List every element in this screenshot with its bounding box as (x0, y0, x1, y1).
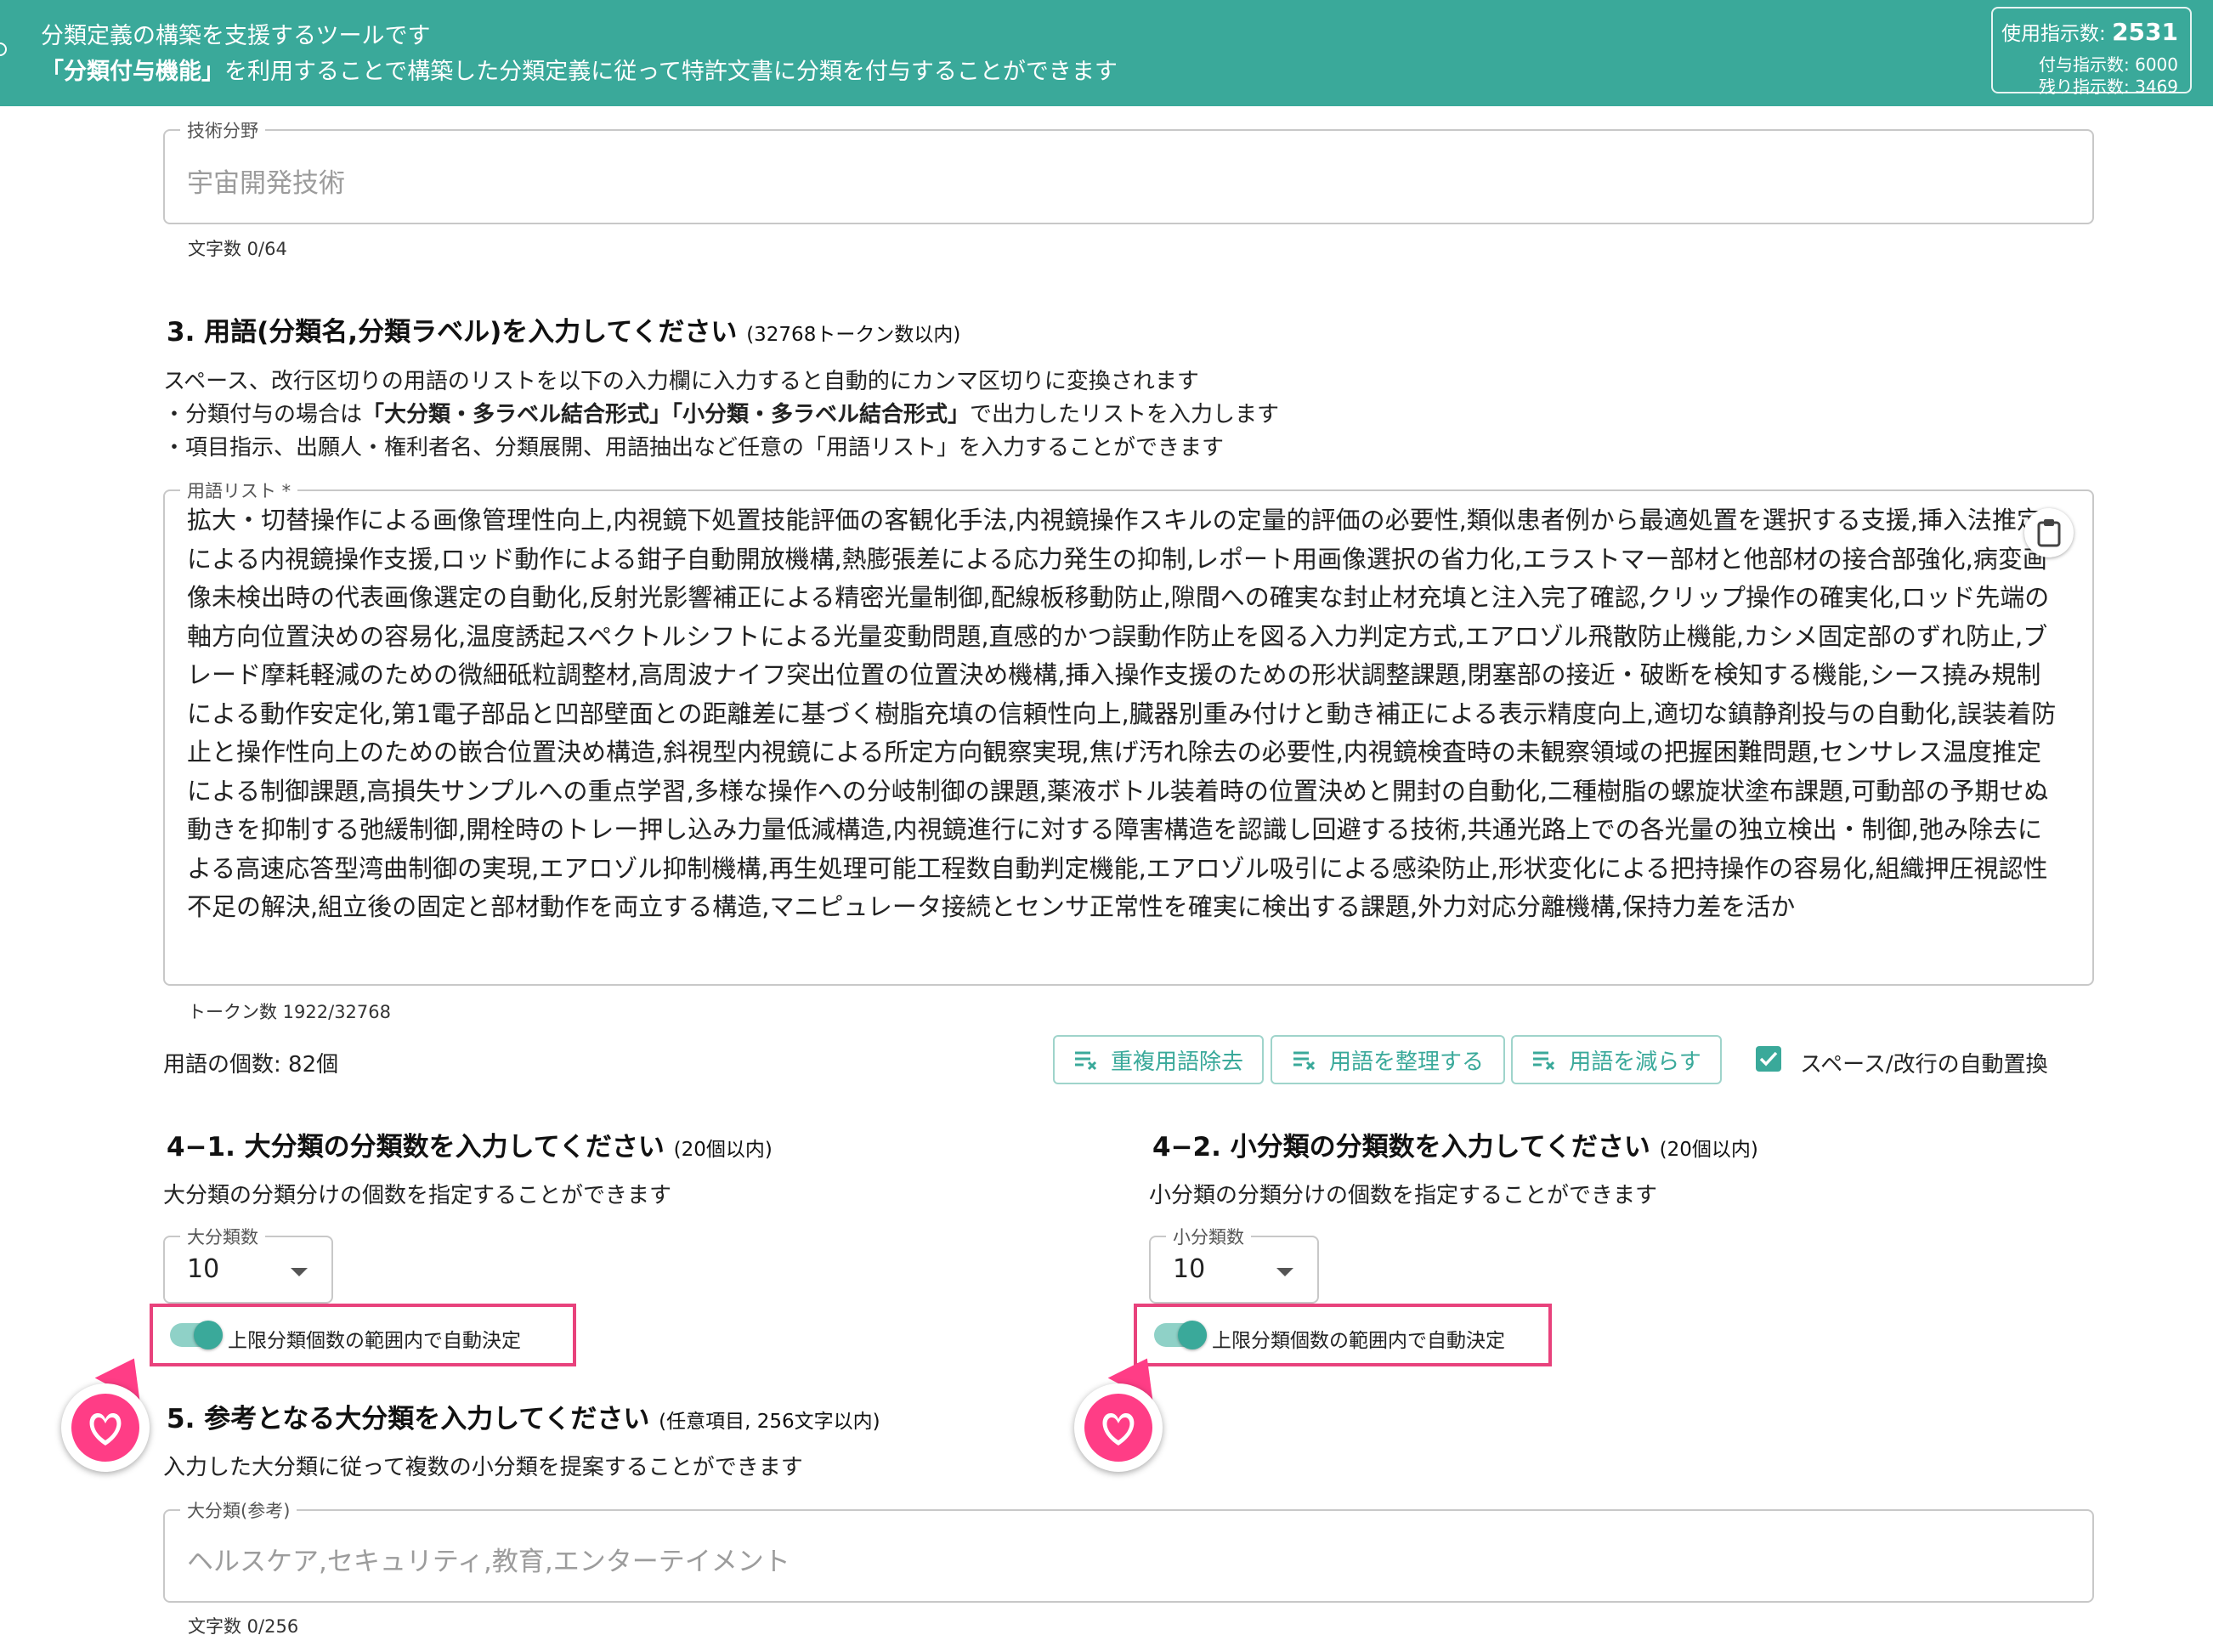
remaining-count: 残り指示数: 3469 (2039, 76, 2178, 97)
header-feature-text: を利用することで構築した分類定義に従って特許文書に分類を付与することができます (224, 59, 1118, 85)
heart-icon (1084, 1394, 1152, 1462)
heart-badge[interactable] (61, 1383, 150, 1472)
heart-icon (71, 1394, 139, 1462)
token-count: トークン数 1922/32768 (188, 1002, 391, 1022)
section4-2-desc: 小分類の分類分けの個数を指定することができます (1149, 1183, 1658, 1208)
major-auto-toggle-label: 上限分類個数の範囲内で自動決定 (228, 1330, 521, 1352)
auto-replace-checkbox[interactable] (1756, 1046, 1781, 1072)
reference-major-label: 大分類(参考) (180, 1497, 297, 1523)
auto-replace-label: スペース/改行の自動置換 (1800, 1052, 2048, 1078)
section3-desc2-format1: 「大分類・多ラベル結合形式」 (362, 402, 672, 427)
tech-field-char-count: 文字数 0/64 (188, 239, 287, 259)
header-description-line2: 「分類付与機能」を利用することで構築した分類定義に従って特許文書に分類を付与する… (41, 53, 1118, 86)
clear-list-icon (1293, 1051, 1316, 1071)
minor-auto-toggle-label: 上限分類個数の範囲内で自動決定 (1212, 1330, 1505, 1352)
section3-desc2-post: で出力したリストを入力します (970, 402, 1280, 427)
term-count: 用語の個数: 82個 (163, 1052, 339, 1078)
section3-desc2: ・分類付与の場合は「大分類・多ラベル結合形式」「小分類・多ラベル結合形式」で出力… (163, 397, 1279, 428)
section3-heading-limit: (32768トークン数以内) (746, 324, 961, 346)
clipboard-button[interactable] (2024, 508, 2074, 557)
tech-field-label: 技術分野 (180, 117, 265, 143)
tech-field-placeholder: 宇宙開発技術 (187, 168, 345, 199)
minor-count-value: 10 (1173, 1254, 1206, 1284)
usage-count-value: 2531 (2112, 18, 2178, 46)
heart-badge[interactable] (1074, 1383, 1163, 1472)
section4-1-heading: 4−1. 大分類の分類数を入力してください (20個以内) (167, 1125, 773, 1163)
usage-count: 使用指示数: 2531 (2001, 17, 2178, 46)
minor-count-label: 小分類数 (1166, 1224, 1251, 1249)
header-description-line1: 分類定義の構築を支援するツールです (41, 23, 431, 49)
section5-desc: 入力した大分類に従って複数の小分類を提案することができます (163, 1455, 803, 1480)
section4-1-heading-text: 4−1. 大分類の分類数を入力してください (167, 1132, 665, 1163)
reference-major-placeholder: ヘルスケア,セキュリティ,教育,エンターテイメント (187, 1547, 790, 1577)
section3-desc2-pre: ・分類付与の場合は (163, 402, 363, 427)
section4-2-heading-text: 4−2. 小分類の分類数を入力してください (1152, 1132, 1650, 1163)
menu-circle-icon[interactable] (0, 42, 7, 56)
section4-2-heading-limit: (20個以内) (1659, 1139, 1758, 1161)
dropdown-caret-icon (291, 1268, 308, 1276)
reference-major-char-count: 文字数 0/256 (188, 1616, 299, 1637)
major-auto-toggle-highlight: 上限分類個数の範囲内で自動決定 (150, 1304, 576, 1366)
remove-duplicates-button[interactable]: 重複用語除去 (1053, 1035, 1264, 1084)
organize-terms-button[interactable]: 用語を整理する (1271, 1035, 1505, 1084)
reduce-terms-label: 用語を減らす (1569, 1049, 1701, 1075)
checkmark-icon (1759, 1051, 1778, 1066)
reduce-terms-button[interactable]: 用語を減らす (1511, 1035, 1722, 1084)
tech-field-input[interactable]: 宇宙開発技術 (163, 129, 2094, 224)
minor-auto-toggle-highlight: 上限分類個数の範囲内で自動決定 (1134, 1304, 1552, 1366)
major-count-label: 大分類数 (180, 1224, 265, 1249)
section3-heading-text: 3. 用語(分類名,分類ラベル)を入力してください (167, 317, 738, 348)
organize-terms-label: 用語を整理する (1328, 1049, 1484, 1075)
major-auto-toggle-thumb[interactable] (194, 1321, 223, 1349)
section3-desc1: スペース、改行区切りの用語のリストを以下の入力欄に入力すると自動的にカンマ区切り… (163, 369, 1199, 394)
section4-1-desc: 大分類の分類分けの個数を指定することができます (163, 1183, 672, 1208)
terms-list-text: 拡大・切替操作による画像管理性向上,内視鏡下処置技能評価の客観化手法,内視鏡操作… (187, 506, 2057, 921)
section5-heading: 5. 参考となる大分類を入力してください (任意項目, 256文字以内) (167, 1397, 880, 1435)
minor-auto-toggle-thumb[interactable] (1178, 1321, 1207, 1349)
remove-duplicates-label: 重複用語除去 (1110, 1049, 1243, 1075)
header-feature-name: 「分類付与機能」 (41, 59, 224, 85)
reference-major-input[interactable]: ヘルスケア,セキュリティ,教育,エンターテイメント (163, 1509, 2094, 1603)
app-header: 分類定義の構築を支援するツールです 「分類付与機能」を利用することで構築した分類… (0, 0, 2213, 106)
clear-list-icon (1533, 1051, 1555, 1071)
section4-2-heading: 4−2. 小分類の分類数を入力してください (20個以内) (1152, 1125, 1758, 1163)
section5-heading-limit: (任意項目, 256文字以内) (659, 1411, 880, 1433)
terms-list-label: 用語リスト * (180, 478, 298, 503)
section4-1-heading-limit: (20個以内) (673, 1139, 773, 1161)
section3-desc3: ・項目指示、出願人・権利者名、分類展開、用語抽出など任意の「用語リスト」を入力す… (163, 435, 1225, 461)
usage-counter-box: 使用指示数: 2531 付与指示数: 6000 残り指示数: 3469 (1991, 7, 2192, 97)
clear-list-icon (1074, 1051, 1097, 1071)
section5-heading-text: 5. 参考となる大分類を入力してください (167, 1404, 650, 1434)
clipboard-icon (2037, 519, 2061, 547)
dropdown-caret-icon (1276, 1268, 1293, 1276)
major-count-value: 10 (187, 1254, 220, 1284)
usage-count-label: 使用指示数: (2001, 23, 2106, 45)
section3-heading: 3. 用語(分類名,分類ラベル)を入力してください (32768トークン数以内) (167, 310, 960, 348)
granted-count: 付与指示数: 6000 (2039, 54, 2178, 75)
terms-list-textarea[interactable]: 拡大・切替操作による画像管理性向上,内視鏡下処置技能評価の客観化手法,内視鏡操作… (163, 489, 2094, 986)
section3-desc2-format2: 「小分類・多ラベル結合形式」 (671, 402, 971, 427)
